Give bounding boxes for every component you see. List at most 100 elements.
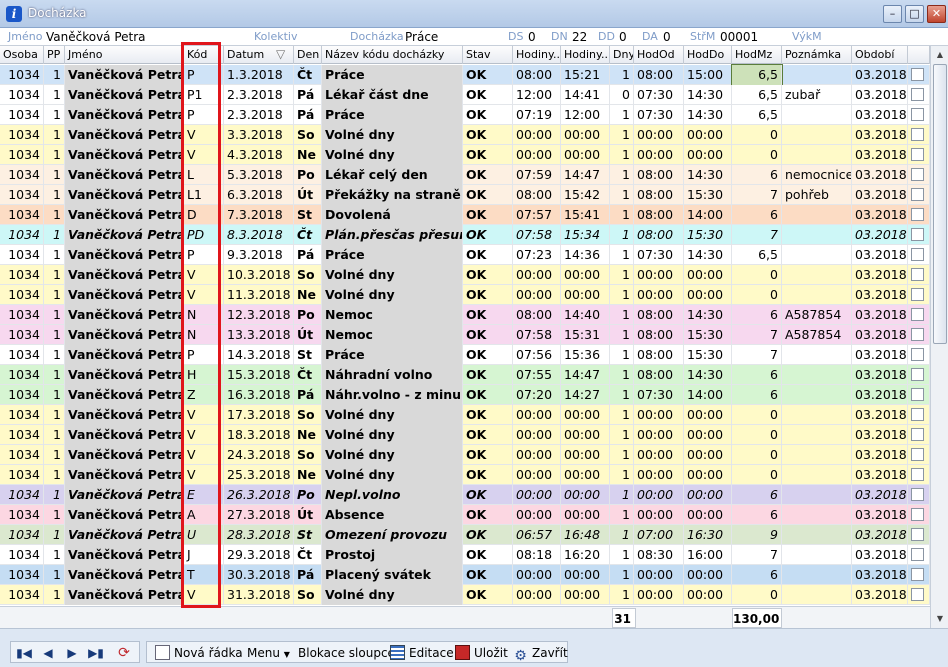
table-row[interactable]: 1034 1 Vaněčková Petra PD 8.3.2018 Čt Plán.pře… — [0, 225, 930, 245]
cell-osoba[interactable]: 1034 — [0, 385, 44, 405]
cell-den[interactable]: Pá — [294, 85, 322, 105]
cell-obdobi[interactable]: 03.2018 — [852, 165, 908, 185]
cell-obdobi[interactable]: 03.2018 — [852, 65, 908, 85]
cell-hoddo[interactable]: 14:30 — [684, 305, 732, 325]
cell-hodiny-od[interactable]: 07:59 — [513, 165, 561, 185]
cell-poznamka[interactable] — [782, 265, 852, 285]
cell-pp[interactable]: 1 — [44, 245, 65, 265]
cell-stav[interactable]: OK — [463, 265, 513, 285]
cell-datum[interactable]: 11.3.2018 — [224, 285, 294, 305]
cell-kod[interactable]: N — [184, 305, 224, 325]
cell-obdobi[interactable]: 03.2018 — [852, 525, 908, 545]
cell-den[interactable]: Ne — [294, 425, 322, 445]
cell-datum[interactable]: 3.3.2018 — [224, 125, 294, 145]
cell-hodiny-do[interactable]: 00:00 — [561, 425, 610, 445]
cell-hodmz[interactable]: 0 — [732, 585, 782, 605]
cell-obdobi[interactable]: 03.2018 — [852, 345, 908, 365]
cell-hodiny-do[interactable]: 16:20 — [561, 545, 610, 565]
cell-hodiny-od[interactable]: 00:00 — [513, 445, 561, 465]
cell-hodiny-od[interactable]: 07:55 — [513, 365, 561, 385]
cell-obdobi[interactable]: 03.2018 — [852, 565, 908, 585]
column-header-3[interactable]: Jméno — [65, 46, 184, 64]
table-row[interactable]: 1034 1 Vaněčková Petra J 29.3.2018 Čt Prostoj O… — [0, 545, 930, 565]
cell-hodiny-od[interactable]: 00:00 — [513, 485, 561, 505]
cell-kod[interactable]: P — [184, 245, 224, 265]
cell-hodmz[interactable]: 6 — [732, 305, 782, 325]
cell-pp[interactable]: 1 — [44, 185, 65, 205]
cell-hoddo[interactable]: 15:30 — [684, 225, 732, 245]
row-checkbox[interactable] — [911, 588, 924, 601]
cell-pp[interactable]: 1 — [44, 225, 65, 245]
row-checkbox[interactable] — [911, 148, 924, 161]
table-row[interactable]: 1034 1 Vaněčková Petra P 1.3.2018 Čt Práce OK 08… — [0, 64, 930, 86]
cell-hododd[interactable]: 00:00 — [634, 125, 684, 145]
cell-datum[interactable]: 26.3.2018 — [224, 485, 294, 505]
cell-stav[interactable]: OK — [463, 205, 513, 225]
cell-stav[interactable]: OK — [463, 245, 513, 265]
cell-kod[interactable]: V — [184, 585, 224, 605]
cell-jmeno[interactable]: Vaněčková Petra — [65, 265, 184, 285]
cell-hodmz[interactable]: 9 — [732, 525, 782, 545]
row-checkbox[interactable] — [911, 88, 924, 101]
cell-hoddo[interactable]: 00:00 — [684, 125, 732, 145]
row-checkbox[interactable] — [911, 348, 924, 361]
cell-obdobi[interactable]: 03.2018 — [852, 265, 908, 285]
scroll-down-icon[interactable]: ▼ — [933, 612, 947, 626]
cell-datum[interactable]: 10.3.2018 — [224, 265, 294, 285]
cell-dny[interactable]: 1 — [610, 485, 634, 505]
cell-nazev-kodu[interactable]: Volné dny — [322, 145, 463, 165]
cell-hodiny-od[interactable]: 12:00 — [513, 85, 561, 105]
row-checkbox[interactable] — [911, 428, 924, 441]
cell-hoddo[interactable]: 14:00 — [684, 205, 732, 225]
cell-obdobi[interactable]: 03.2018 — [852, 225, 908, 245]
column-header-6[interactable]: Den — [294, 46, 322, 64]
cell-poznamka[interactable] — [782, 445, 852, 465]
cell-nazev-kodu[interactable]: Nemoc — [322, 305, 463, 325]
cell-pp[interactable]: 1 — [44, 545, 65, 565]
cell-pp[interactable]: 1 — [44, 265, 65, 285]
cell-poznamka[interactable] — [782, 245, 852, 265]
cell-hodiny-od[interactable]: 08:00 — [513, 305, 561, 325]
cell-pp[interactable]: 1 — [44, 465, 65, 485]
table-row[interactable]: 1034 1 Vaněčková Petra V 10.3.2018 So Volné dn… — [0, 265, 930, 285]
cell-stav[interactable]: OK — [463, 485, 513, 505]
cell-dny[interactable]: 1 — [610, 565, 634, 585]
table-row[interactable]: 1034 1 Vaněčková Petra L1 6.3.2018 Út Překážky… — [0, 185, 930, 205]
cell-jmeno[interactable]: Vaněčková Petra — [65, 385, 184, 405]
cell-kod[interactable]: P — [184, 65, 224, 85]
cell-pp[interactable]: 1 — [44, 585, 65, 605]
cell-hoddo[interactable]: 00:00 — [684, 505, 732, 525]
table-row[interactable]: 1034 1 Vaněčková Petra V 25.3.2018 Ne Volné dn… — [0, 465, 930, 485]
cell-hododd[interactable]: 07:30 — [634, 105, 684, 125]
cell-kod[interactable]: PD — [184, 225, 224, 245]
cell-osoba[interactable]: 1034 — [0, 525, 44, 545]
cell-hodmz[interactable]: 0 — [732, 425, 782, 445]
cell-pp[interactable]: 1 — [44, 65, 65, 85]
cell-dny[interactable]: 1 — [610, 425, 634, 445]
minimize-button[interactable]: – — [883, 5, 902, 23]
cell-jmeno[interactable]: Vaněčková Petra — [65, 545, 184, 565]
cell-hodiny-od[interactable]: 00:00 — [513, 425, 561, 445]
cell-jmeno[interactable]: Vaněčková Petra — [65, 505, 184, 525]
table-row[interactable]: 1034 1 Vaněčková Petra U 28.3.2018 St Omezení … — [0, 525, 930, 545]
cell-pp[interactable]: 1 — [44, 405, 65, 425]
cell-dny[interactable]: 1 — [610, 445, 634, 465]
cell-pp[interactable]: 1 — [44, 85, 65, 105]
previous-record-icon[interactable]: ◀ — [39, 644, 57, 662]
cell-hoddo[interactable]: 14:30 — [684, 105, 732, 125]
column-header-12[interactable]: HodOd — [634, 46, 684, 64]
cell-obdobi[interactable]: 03.2018 — [852, 405, 908, 425]
cell-poznamka[interactable]: A587854 — [782, 325, 852, 345]
cell-hodiny-do[interactable]: 00:00 — [561, 485, 610, 505]
cell-hododd[interactable]: 08:30 — [634, 545, 684, 565]
cell-stav[interactable]: OK — [463, 65, 513, 85]
cell-dny[interactable]: 1 — [610, 405, 634, 425]
cell-poznamka[interactable]: A587854 — [782, 305, 852, 325]
cell-hoddo[interactable]: 00:00 — [684, 465, 732, 485]
table-row[interactable]: 1034 1 Vaněčková Petra D 7.3.2018 St Dovolená O… — [0, 205, 930, 225]
cell-den[interactable]: Po — [294, 485, 322, 505]
row-checkbox[interactable] — [911, 248, 924, 261]
cell-obdobi[interactable]: 03.2018 — [852, 485, 908, 505]
cell-obdobi[interactable]: 03.2018 — [852, 505, 908, 525]
cell-dny[interactable]: 1 — [610, 65, 634, 85]
